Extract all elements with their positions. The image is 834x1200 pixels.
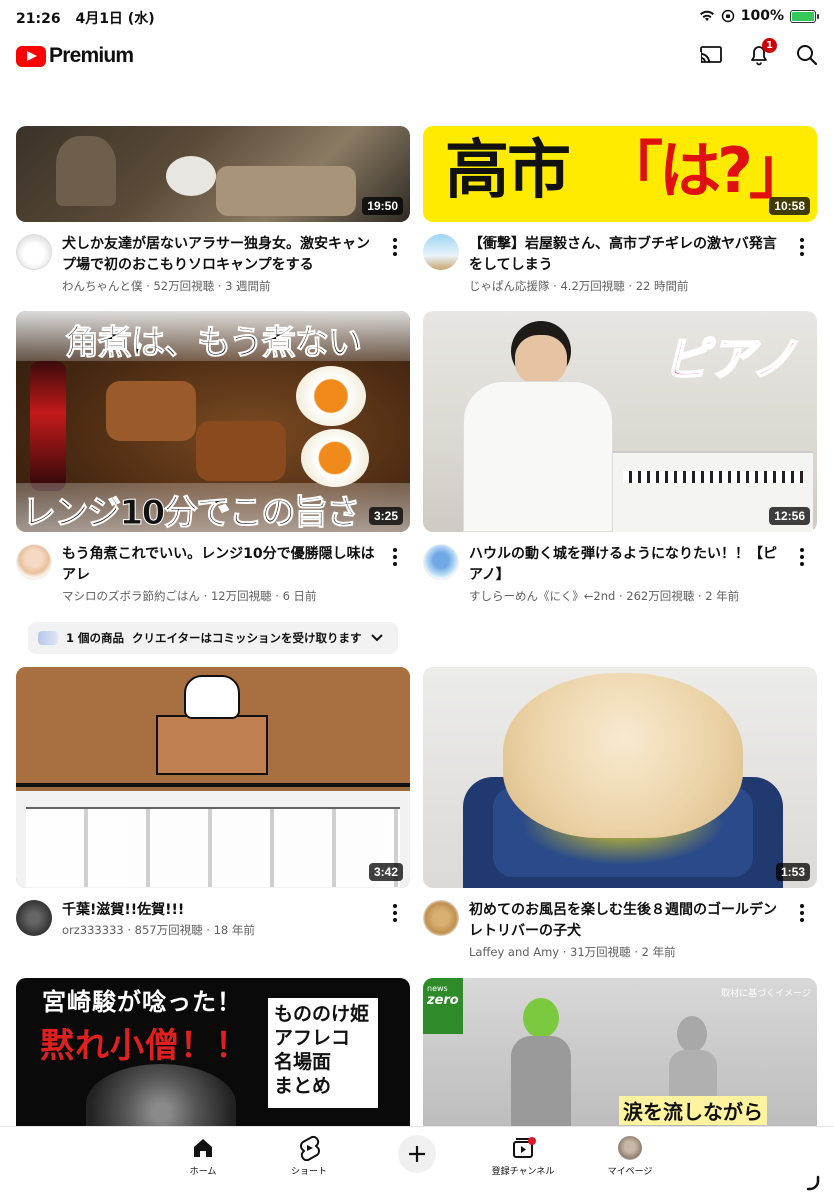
subscriptions-icon [513,1137,536,1158]
thumbnail-text: 名場面 [274,1051,332,1073]
video-duration: 19:50 [362,197,403,215]
home-icon [194,1139,212,1157]
more-options-icon[interactable] [795,236,809,258]
channel-avatar[interactable] [16,900,52,936]
battery-percent: 100% [740,8,784,24]
video-duration: 10:58 [769,197,810,215]
thumbnail-text: 角煮は、もう煮ない [65,323,363,364]
thumbnail-text: 黙れ小僧！！ [40,1026,250,1066]
tab-my-page[interactable]: マイページ [590,1135,670,1177]
wifi-icon [699,10,714,21]
battery-icon [790,9,819,23]
tab-home[interactable]: ホーム [163,1135,243,1177]
video-thumbnail[interactable]: ピアノ 12:56 [423,311,817,532]
cast-icon[interactable] [698,42,724,68]
video-thumbnail[interactable]: 角煮は、もう煮ない レンジ10分でこの旨さ 3:25 [16,311,410,532]
news-zero-logo: news zero [423,978,463,1034]
thumbnail-text: ピアノ [662,331,798,387]
brand-label: Premium [49,44,134,67]
create-button[interactable] [398,1135,436,1173]
profile-avatar [618,1136,642,1160]
video-card[interactable]: 3:42 千葉!滋賀!!佐賀!!! orz333333 · 857万回視聴 · … [16,667,410,968]
tab-label: 登録チャンネル [491,1167,555,1177]
tab-label: マイページ [607,1167,653,1177]
tab-label: ショート [290,1167,327,1177]
channel-avatar[interactable] [16,544,52,580]
video-meta: すしらーめん《にく》←2nd · 262万回視聴 · 2 年前 [469,589,740,603]
more-options-icon[interactable] [795,546,809,568]
youtube-premium-logo[interactable]: Premium [16,44,134,68]
video-card[interactable]: 宮崎駿が唸った！ 黙れ小僧！！ もののけ姫 アフレコ 名場面 まとめ [16,978,410,1126]
channel-avatar[interactable] [423,544,459,580]
video-thumbnail[interactable]: 19:50 [16,126,410,222]
tab-label: ホーム [189,1167,217,1177]
thumbnail-text: 取材に基づくイメージ [721,989,811,999]
video-card[interactable]: 高市 「は?」 10:58 【衝撃】岩屋毅さん、高市ブチギレの激ヤバ発言をしてし… [423,126,817,302]
thumbnail-caption-box: もののけ姫 アフレコ 名場面 まとめ [268,998,378,1108]
more-options-icon[interactable] [388,546,402,568]
video-meta: Laffey and Amy · 31万回視聴 · 2 年前 [469,945,676,959]
youtube-logo-icon [16,45,46,67]
commission-note: クリエイターはコミッションを受け取ります [132,631,362,645]
video-meta: orz333333 · 857万回視聴 · 18 年前 [62,923,255,937]
orientation-lock-icon [721,9,734,23]
video-title[interactable]: 【衝撃】岩屋毅さん、高市ブチギレの激ヤバ発言をしてしまう [469,234,789,276]
video-thumbnail[interactable]: news zero 取材に基づくイメージ 涙を流しながら [423,978,817,1126]
video-thumbnail[interactable]: 高市 「は?」 10:58 [423,126,817,222]
notifications-bell-icon[interactable]: 1 [746,38,777,68]
video-thumbnail[interactable]: 3:42 [16,667,410,888]
tab-shorts[interactable]: ショート [269,1135,349,1177]
thumbnail-text: 高市 [445,134,571,208]
more-options-icon[interactable] [388,902,402,924]
video-title[interactable]: ハウルの動く城を弾けるようになりたい！！【ピアノ】 [469,544,789,586]
video-thumbnail[interactable]: 宮崎駿が唸った！ 黙れ小僧！！ もののけ姫 アフレコ 名場面 まとめ [16,978,410,1126]
product-thumbnail-icon [38,631,58,645]
bottom-tab-bar: ホーム ショート 登録チャンネル マイページ [0,1126,834,1200]
video-card[interactable]: 19:50 犬しか友達が居ないアラサー独身女。激安キャンプ場で初のおこもりソロキ… [16,126,410,302]
video-card[interactable]: ピアノ 12:56 ハウルの動く城を弾けるようになりたい！！【ピアノ】 すしらー… [423,311,817,612]
thumbnail-text: 涙を流しながら [619,1096,767,1125]
thumbnail-text: まとめ [274,1075,332,1097]
video-meta: じゃぱん応援隊 · 4.2万回視聴 · 22 時間前 [469,279,689,293]
status-time: 21:26 [16,11,61,27]
notification-badge: 1 [762,38,777,53]
search-icon[interactable] [794,42,820,68]
status-bar: 21:26 4月1日 (水) 100% [0,0,834,34]
home-indicator-corner [806,1175,820,1191]
shorts-icon [300,1135,320,1161]
thumbnail-text: レンジ10分でこの旨さ [22,493,361,533]
video-card[interactable]: 1:53 初めてのお風呂を楽しむ生後８週間のゴールデンレトリバーの子犬 Laff… [423,667,817,968]
more-options-icon[interactable] [388,236,402,258]
video-duration: 12:56 [769,507,810,525]
product-count: 1 個の商品 [66,631,125,645]
video-meta: わんちゃんと僕 · 52万回視聴 · 3 週間前 [62,279,271,293]
video-title[interactable]: 犬しか友達が居ないアラサー独身女。激安キャンプ場で初のおこもりソロキャンプをする [62,234,382,276]
thumbnail-text: もののけ姫 [274,1003,370,1025]
plus-icon [409,1146,425,1162]
channel-avatar[interactable] [423,234,459,270]
chevron-down-icon [370,634,383,642]
channel-avatar[interactable] [16,234,52,270]
video-title[interactable]: 初めてのお風呂を楽しむ生後８週間のゴールデンレトリバーの子犬 [469,900,789,942]
thumbnail-text: アフレコ [274,1027,351,1049]
channel-avatar[interactable] [423,900,459,936]
video-title[interactable]: 千葉!滋賀!!佐賀!!! [62,900,382,921]
thumbnail-text: 宮崎駿が唸った！ [42,988,242,1016]
video-duration: 3:25 [368,507,403,525]
tab-subscriptions[interactable]: 登録チャンネル [483,1135,563,1177]
status-date: 4月1日 (水) [75,11,155,27]
more-options-icon[interactable] [795,902,809,924]
video-duration: 3:42 [368,863,403,881]
video-thumbnail[interactable]: 1:53 [423,667,817,888]
top-app-bar: Premium 1 [0,34,834,78]
video-card[interactable]: news zero 取材に基づくイメージ 涙を流しながら [423,978,817,1126]
video-meta: マシロのズボラ節約ごはん · 12万回視聴 · 6 日前 [62,589,317,603]
video-card[interactable]: 角煮は、もう煮ない レンジ10分でこの旨さ 3:25 もう角煮これでいい。レンジ… [16,311,410,612]
video-duration: 1:53 [775,863,810,881]
video-title[interactable]: もう角煮これでいい。レンジ10分で優勝隠し味はアレ [62,544,382,586]
product-chip[interactable]: 1 個の商品 クリエイターはコミッションを受け取ります [28,622,398,654]
